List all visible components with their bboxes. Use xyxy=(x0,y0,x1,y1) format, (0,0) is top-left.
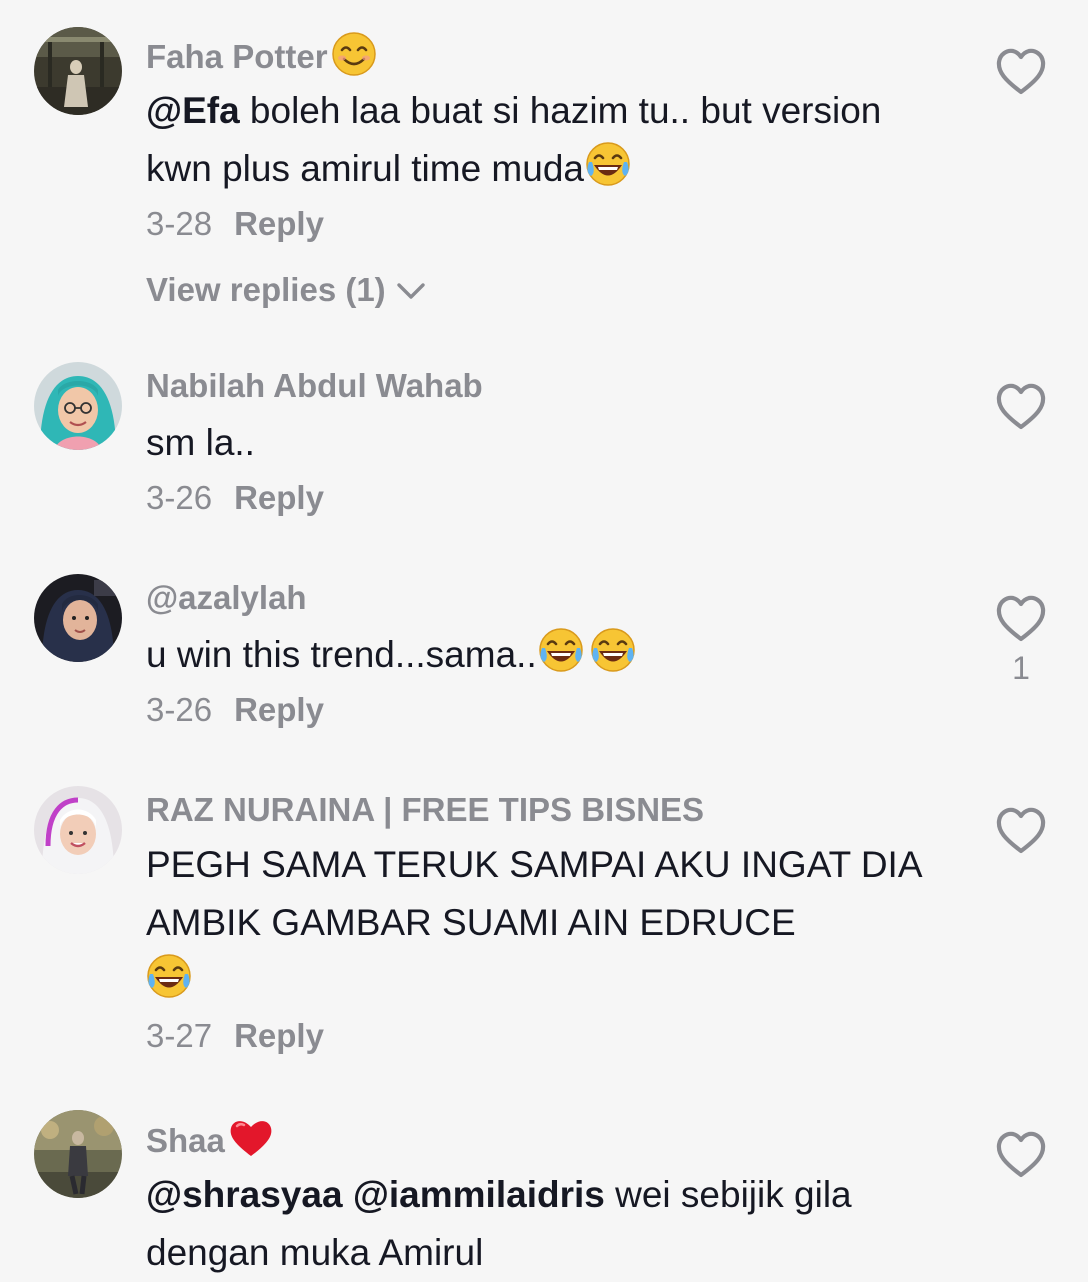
comment-text: u win this trend...sama.. xyxy=(146,626,936,684)
comment-date: 3-26 xyxy=(146,479,213,516)
comment-meta: 3-26 Reply xyxy=(146,690,936,730)
avatar[interactable] xyxy=(34,27,122,115)
comment-username[interactable]: Faha Potter xyxy=(146,30,936,78)
reply-button[interactable]: Reply xyxy=(234,691,324,728)
avatar[interactable] xyxy=(34,574,122,662)
tears-of-joy-emoji xyxy=(145,952,193,1000)
avatar[interactable] xyxy=(34,1110,122,1198)
chevron-down-icon xyxy=(396,283,425,299)
comment-text: sm la.. xyxy=(146,422,255,463)
tears-of-joy-emoji xyxy=(584,140,632,188)
comment-text: @Efa boleh laa buat si hazim tu.. but ve… xyxy=(146,90,882,189)
comment-date: 3-27 xyxy=(146,1017,213,1054)
like-button[interactable] xyxy=(994,806,1048,856)
avatar[interactable] xyxy=(34,786,122,874)
comment-username[interactable]: RAZ NURAINA | FREE TIPS BISNES xyxy=(146,790,936,830)
red-heart-emoji xyxy=(227,1114,275,1162)
tears-of-joy-emoji xyxy=(537,626,585,674)
comment-meta: 3-28 Reply xyxy=(146,204,936,244)
comment-meta: 3-26 Reply xyxy=(146,478,936,518)
reply-button[interactable]: Reply xyxy=(234,1017,324,1054)
comment-text: PEGH SAMA TERUK SAMPAI AKU INGAT DIA AMB… xyxy=(146,836,936,1010)
heart-outline-icon xyxy=(994,382,1048,432)
heart-outline-icon xyxy=(994,47,1048,97)
smiling-face-emoji xyxy=(330,30,378,78)
view-replies-label: View replies (1) xyxy=(146,271,386,308)
comment-date: 3-28 xyxy=(146,205,213,242)
heart-outline-icon xyxy=(994,1130,1048,1180)
heart-outline-icon xyxy=(994,806,1048,856)
avatar[interactable] xyxy=(34,362,122,450)
like-button[interactable] xyxy=(994,1130,1048,1180)
view-replies-button[interactable]: View replies (1) xyxy=(146,270,936,310)
tears-of-joy-emoji xyxy=(589,626,637,674)
reply-button[interactable]: Reply xyxy=(234,205,324,242)
heart-outline-icon xyxy=(994,594,1048,644)
comment-date: 3-26 xyxy=(146,691,213,728)
like-button[interactable]: 1 xyxy=(994,594,1048,688)
mention-link[interactable]: @Efa xyxy=(146,90,240,131)
like-count: 1 xyxy=(1012,650,1030,686)
comment-text: @shrasyaa @iammilaidris wei sebijik gila… xyxy=(146,1174,852,1273)
comment-username[interactable]: Nabilah Abdul Wahab xyxy=(146,366,936,406)
comment-meta: 3-27 Reply xyxy=(146,1016,936,1056)
like-button[interactable] xyxy=(994,47,1048,97)
comment-username[interactable]: Shaa xyxy=(146,1114,936,1162)
comment-username[interactable]: @azalylah xyxy=(146,578,936,618)
mention-link[interactable]: @shrasyaa @iammilaidris xyxy=(146,1174,605,1215)
reply-button[interactable]: Reply xyxy=(234,479,324,516)
like-button[interactable] xyxy=(994,382,1048,432)
